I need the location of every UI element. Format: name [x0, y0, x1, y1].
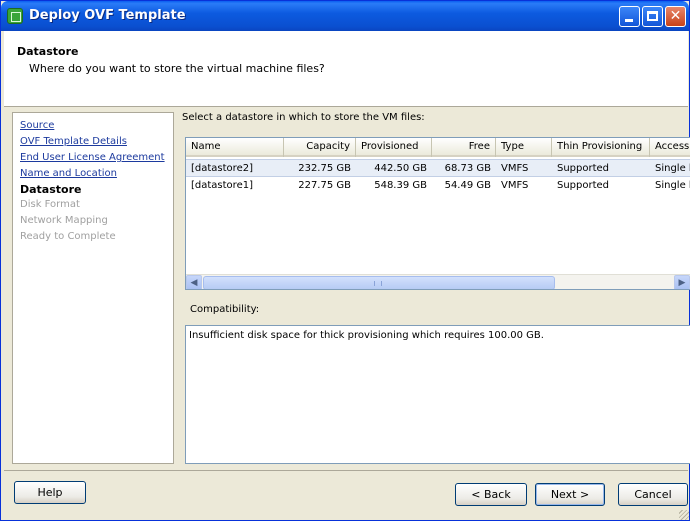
cell-capacity: 232.75 GB — [298, 163, 351, 174]
wizard-steps: Source OVF Template Details End User Lic… — [12, 112, 174, 464]
wizard-body: Source OVF Template Details End User Lic… — [4, 108, 690, 468]
grip-icon — [374, 281, 382, 286]
cell-type: VMFS — [501, 163, 529, 174]
step-source[interactable]: Source — [20, 120, 54, 131]
cell-provisioned: 442.50 GB — [374, 163, 427, 174]
table-row[interactable]: [datastore1] 227.75 GB 548.39 GB 54.49 G… — [186, 177, 690, 195]
column-header-free[interactable]: Free — [432, 138, 496, 157]
cancel-button[interactable]: Cancel — [618, 483, 688, 506]
deploy-ovf-window: Deploy OVF Template ✕ Datastore Where do… — [0, 0, 690, 521]
resize-grip-icon[interactable] — [679, 510, 689, 520]
table-row[interactable]: [datastore2] 232.75 GB 442.50 GB 68.73 G… — [186, 159, 690, 177]
scroll-left-button[interactable]: ◀ — [186, 275, 202, 289]
back-button[interactable]: < Back — [455, 483, 527, 506]
datastore-table[interactable]: Name Capacity Provisioned Free Type Thin… — [185, 137, 690, 290]
scrollbar-thumb[interactable] — [203, 276, 555, 289]
step-end-user-license-agreement[interactable]: End User License Agreement — [20, 152, 165, 163]
compatibility-message: Insufficient disk space for thick provis… — [185, 325, 690, 464]
step-datastore: Datastore — [20, 183, 82, 196]
cell-name: [datastore2] — [191, 163, 253, 174]
column-header-thin-provisioning[interactable]: Thin Provisioning — [552, 138, 650, 157]
cell-free: 54.49 GB — [444, 180, 491, 191]
cell-free: 68.73 GB — [444, 163, 491, 174]
minimize-button[interactable] — [619, 6, 640, 27]
step-disk-format: Disk Format — [20, 199, 80, 210]
compatibility-label: Compatibility: — [190, 304, 260, 315]
column-header-capacity[interactable]: Capacity — [284, 138, 356, 157]
cell-thin-provisioning: Supported — [557, 163, 610, 174]
wizard-header: Datastore Where do you want to store the… — [4, 31, 688, 107]
column-header-access[interactable]: Access — [650, 138, 690, 157]
maximize-icon — [647, 11, 658, 21]
column-header-type[interactable]: Type — [496, 138, 552, 157]
compatibility-text: Insufficient disk space for thick provis… — [189, 330, 544, 341]
window-title: Deploy OVF Template — [29, 8, 186, 23]
step-ovf-template-details[interactable]: OVF Template Details — [20, 136, 127, 147]
chevron-left-icon: ◀ — [190, 278, 198, 288]
title-bar[interactable]: Deploy OVF Template ✕ — [1, 1, 689, 31]
table-header: Name Capacity Provisioned Free Type Thin… — [186, 138, 690, 157]
chevron-right-icon: ▶ — [678, 278, 686, 288]
step-name-and-location[interactable]: Name and Location — [20, 168, 117, 179]
step-network-mapping: Network Mapping — [20, 215, 108, 226]
next-button[interactable]: Next > — [535, 483, 605, 506]
close-icon: ✕ — [669, 8, 682, 24]
minimize-icon — [625, 19, 633, 22]
page-title: Datastore — [17, 45, 79, 58]
column-header-provisioned[interactable]: Provisioned — [356, 138, 432, 157]
help-button[interactable]: Help — [14, 481, 86, 504]
cell-provisioned: 548.39 GB — [374, 180, 427, 191]
step-ready-to-complete: Ready to Complete — [20, 231, 116, 242]
horizontal-scrollbar[interactable]: ◀ ▶ — [186, 274, 690, 289]
column-header-name[interactable]: Name — [186, 138, 284, 157]
close-button[interactable]: ✕ — [665, 6, 686, 27]
cell-access: Single host — [655, 180, 690, 191]
cell-access: Single host — [655, 163, 690, 174]
maximize-button[interactable] — [642, 6, 663, 27]
cell-capacity: 227.75 GB — [298, 180, 351, 191]
cell-type: VMFS — [501, 180, 529, 191]
footer-divider — [4, 470, 688, 471]
vm-deploy-icon — [7, 8, 23, 24]
datastore-instruction: Select a datastore in which to store the… — [182, 112, 425, 123]
page-subtitle: Where do you want to store the virtual m… — [29, 62, 325, 75]
cell-name: [datastore1] — [191, 180, 253, 191]
cell-thin-provisioning: Supported — [557, 180, 610, 191]
scroll-right-button[interactable]: ▶ — [674, 275, 690, 289]
